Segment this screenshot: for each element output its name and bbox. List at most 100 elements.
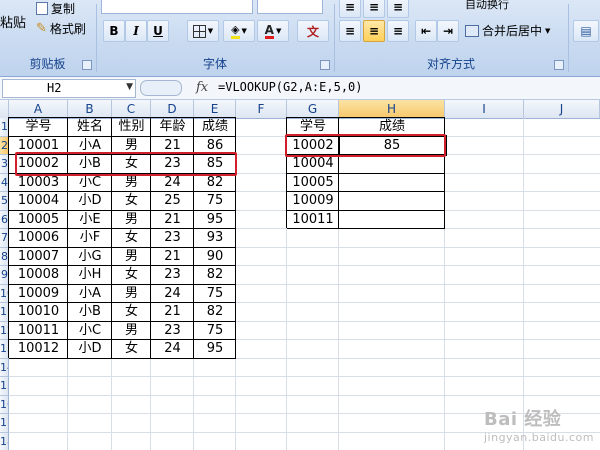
table1-cell[interactable]: 24 [151, 174, 194, 192]
table1-cell[interactable]: 21 [151, 137, 194, 155]
table1-cell[interactable]: 小D [68, 340, 112, 358]
table1-cell[interactable]: 女 [112, 303, 151, 321]
table1-cell[interactable]: 小C [68, 322, 112, 340]
table2-cell[interactable] [339, 192, 445, 210]
font-color-button[interactable]: A ▼ [257, 20, 289, 42]
table1-cell[interactable]: 82 [194, 266, 236, 284]
align-left-button-2[interactable]: ≡ [339, 20, 361, 42]
table1-cell[interactable]: 10004 [9, 192, 68, 210]
table1-cell[interactable]: 10003 [9, 174, 68, 192]
border-button[interactable]: ▼ [187, 20, 219, 42]
table1-cell[interactable]: 女 [112, 192, 151, 210]
table1-cell[interactable]: 10012 [9, 340, 68, 358]
table1-cell[interactable]: 男 [112, 174, 151, 192]
table1-cell[interactable]: 女 [112, 266, 151, 284]
worksheet-grid[interactable]: ABCDEFGHIJ123456789101112131415161718学号姓… [0, 100, 600, 450]
merge-center-button[interactable]: 合并后居中 ▼ [465, 22, 550, 39]
paste-button[interactable]: 粘贴 [0, 12, 26, 31]
table1-cell[interactable]: 女 [112, 229, 151, 247]
table1-cell[interactable]: 小A [68, 137, 112, 155]
active-cell-h2[interactable] [338, 134, 447, 156]
table1-cell[interactable]: 小C [68, 174, 112, 192]
row-header-15[interactable]: 15 [0, 377, 9, 396]
font-size-input[interactable] [257, 0, 323, 14]
table1-header-cell[interactable]: 姓名 [68, 118, 112, 136]
table1-cell[interactable]: 10002 [9, 155, 68, 173]
column-header-j[interactable]: J [524, 100, 600, 119]
table1-cell[interactable]: 82 [194, 174, 236, 192]
fill-color-button[interactable]: ◈ ▼ [223, 20, 255, 42]
table1-cell[interactable]: 男 [112, 211, 151, 229]
formula-bar-splitter[interactable] [140, 80, 182, 96]
table1-cell[interactable]: 男 [112, 322, 151, 340]
table1-cell[interactable]: 21 [151, 303, 194, 321]
table2-cell[interactable]: 10002 [287, 137, 339, 155]
table1-cell[interactable]: 10010 [9, 303, 68, 321]
table2-cell[interactable]: 10005 [287, 174, 339, 192]
table1-header-cell[interactable]: 学号 [9, 118, 68, 136]
table1-cell[interactable]: 男 [112, 137, 151, 155]
table1-cell[interactable]: 75 [194, 192, 236, 210]
table1-cell[interactable]: 小D [68, 192, 112, 210]
table1-cell[interactable]: 23 [151, 229, 194, 247]
table1-cell[interactable]: 23 [151, 322, 194, 340]
font-name-input[interactable] [101, 0, 253, 14]
bold-button[interactable]: B [103, 20, 125, 42]
phonetic-button[interactable]: 文 [297, 20, 329, 42]
table1-cell[interactable]: 小H [68, 266, 112, 284]
table1-cell[interactable]: 女 [112, 340, 151, 358]
align-center-button-2[interactable]: ≡ [363, 20, 385, 42]
table1-cell[interactable]: 90 [194, 248, 236, 266]
table1-cell[interactable]: 小E [68, 211, 112, 229]
table1-header-cell[interactable]: 性别 [112, 118, 151, 136]
table1-header-cell[interactable]: 成绩 [194, 118, 236, 136]
table2-cell[interactable]: 10004 [287, 155, 339, 173]
align-right-button-2[interactable]: ≡ [387, 20, 409, 42]
table1-cell[interactable]: 86 [194, 137, 236, 155]
table1-cell[interactable]: 24 [151, 340, 194, 358]
table1-cell[interactable]: 小F [68, 229, 112, 247]
row-header-14[interactable]: 14 [0, 358, 9, 377]
number-format-button[interactable]: ▤ [573, 20, 599, 42]
table1-cell[interactable]: 25 [151, 192, 194, 210]
insert-function-icon[interactable]: fx [196, 80, 208, 95]
table2-cell[interactable]: 10011 [287, 211, 339, 229]
table1-cell[interactable]: 小B [68, 303, 112, 321]
table1-cell[interactable]: 男 [112, 248, 151, 266]
column-header-f[interactable]: F [236, 100, 287, 119]
table1-cell[interactable]: 21 [151, 211, 194, 229]
italic-button[interactable]: I [125, 20, 147, 42]
table1-cell[interactable]: 75 [194, 285, 236, 303]
align-right-button[interactable]: ≡ [387, 0, 409, 18]
row-header-16[interactable]: 16 [0, 395, 9, 414]
row-header-18[interactable]: 18 [0, 432, 9, 450]
increase-indent-button[interactable]: ⇥ [437, 20, 459, 42]
decrease-indent-button[interactable]: ⇤ [415, 20, 437, 42]
table2-header-cell[interactable]: 成绩 [339, 118, 445, 136]
wrap-text-button[interactable]: 自动换行 [465, 0, 509, 12]
table1-cell[interactable]: 10006 [9, 229, 68, 247]
name-box[interactable]: H2 ▼ [2, 79, 136, 98]
table2-cell[interactable] [339, 174, 445, 192]
table1-cell[interactable]: 10008 [9, 266, 68, 284]
table1-cell[interactable]: 85 [194, 155, 236, 173]
formula-input[interactable]: =VLOOKUP(G2,A:E,5,0) [218, 80, 363, 94]
table1-cell[interactable]: 95 [194, 340, 236, 358]
table1-cell[interactable]: 男 [112, 285, 151, 303]
table1-cell[interactable]: 小A [68, 285, 112, 303]
table2-cell[interactable]: 10009 [287, 192, 339, 210]
table1-cell[interactable]: 女 [112, 155, 151, 173]
table1-cell[interactable]: 小B [68, 155, 112, 173]
table2-cell[interactable] [339, 211, 445, 229]
alignment-launcher-icon[interactable] [554, 60, 564, 70]
clipboard-launcher-icon[interactable] [82, 60, 92, 70]
chevron-down-icon[interactable]: ▼ [126, 82, 133, 92]
row-header-17[interactable]: 17 [0, 414, 9, 433]
table1-cell[interactable]: 95 [194, 211, 236, 229]
align-left-button[interactable]: ≡ [339, 0, 361, 18]
font-launcher-icon[interactable] [320, 60, 330, 70]
table1-cell[interactable]: 10001 [9, 137, 68, 155]
table1-cell[interactable]: 10005 [9, 211, 68, 229]
table1-cell[interactable]: 10011 [9, 322, 68, 340]
table1-cell[interactable]: 21 [151, 248, 194, 266]
